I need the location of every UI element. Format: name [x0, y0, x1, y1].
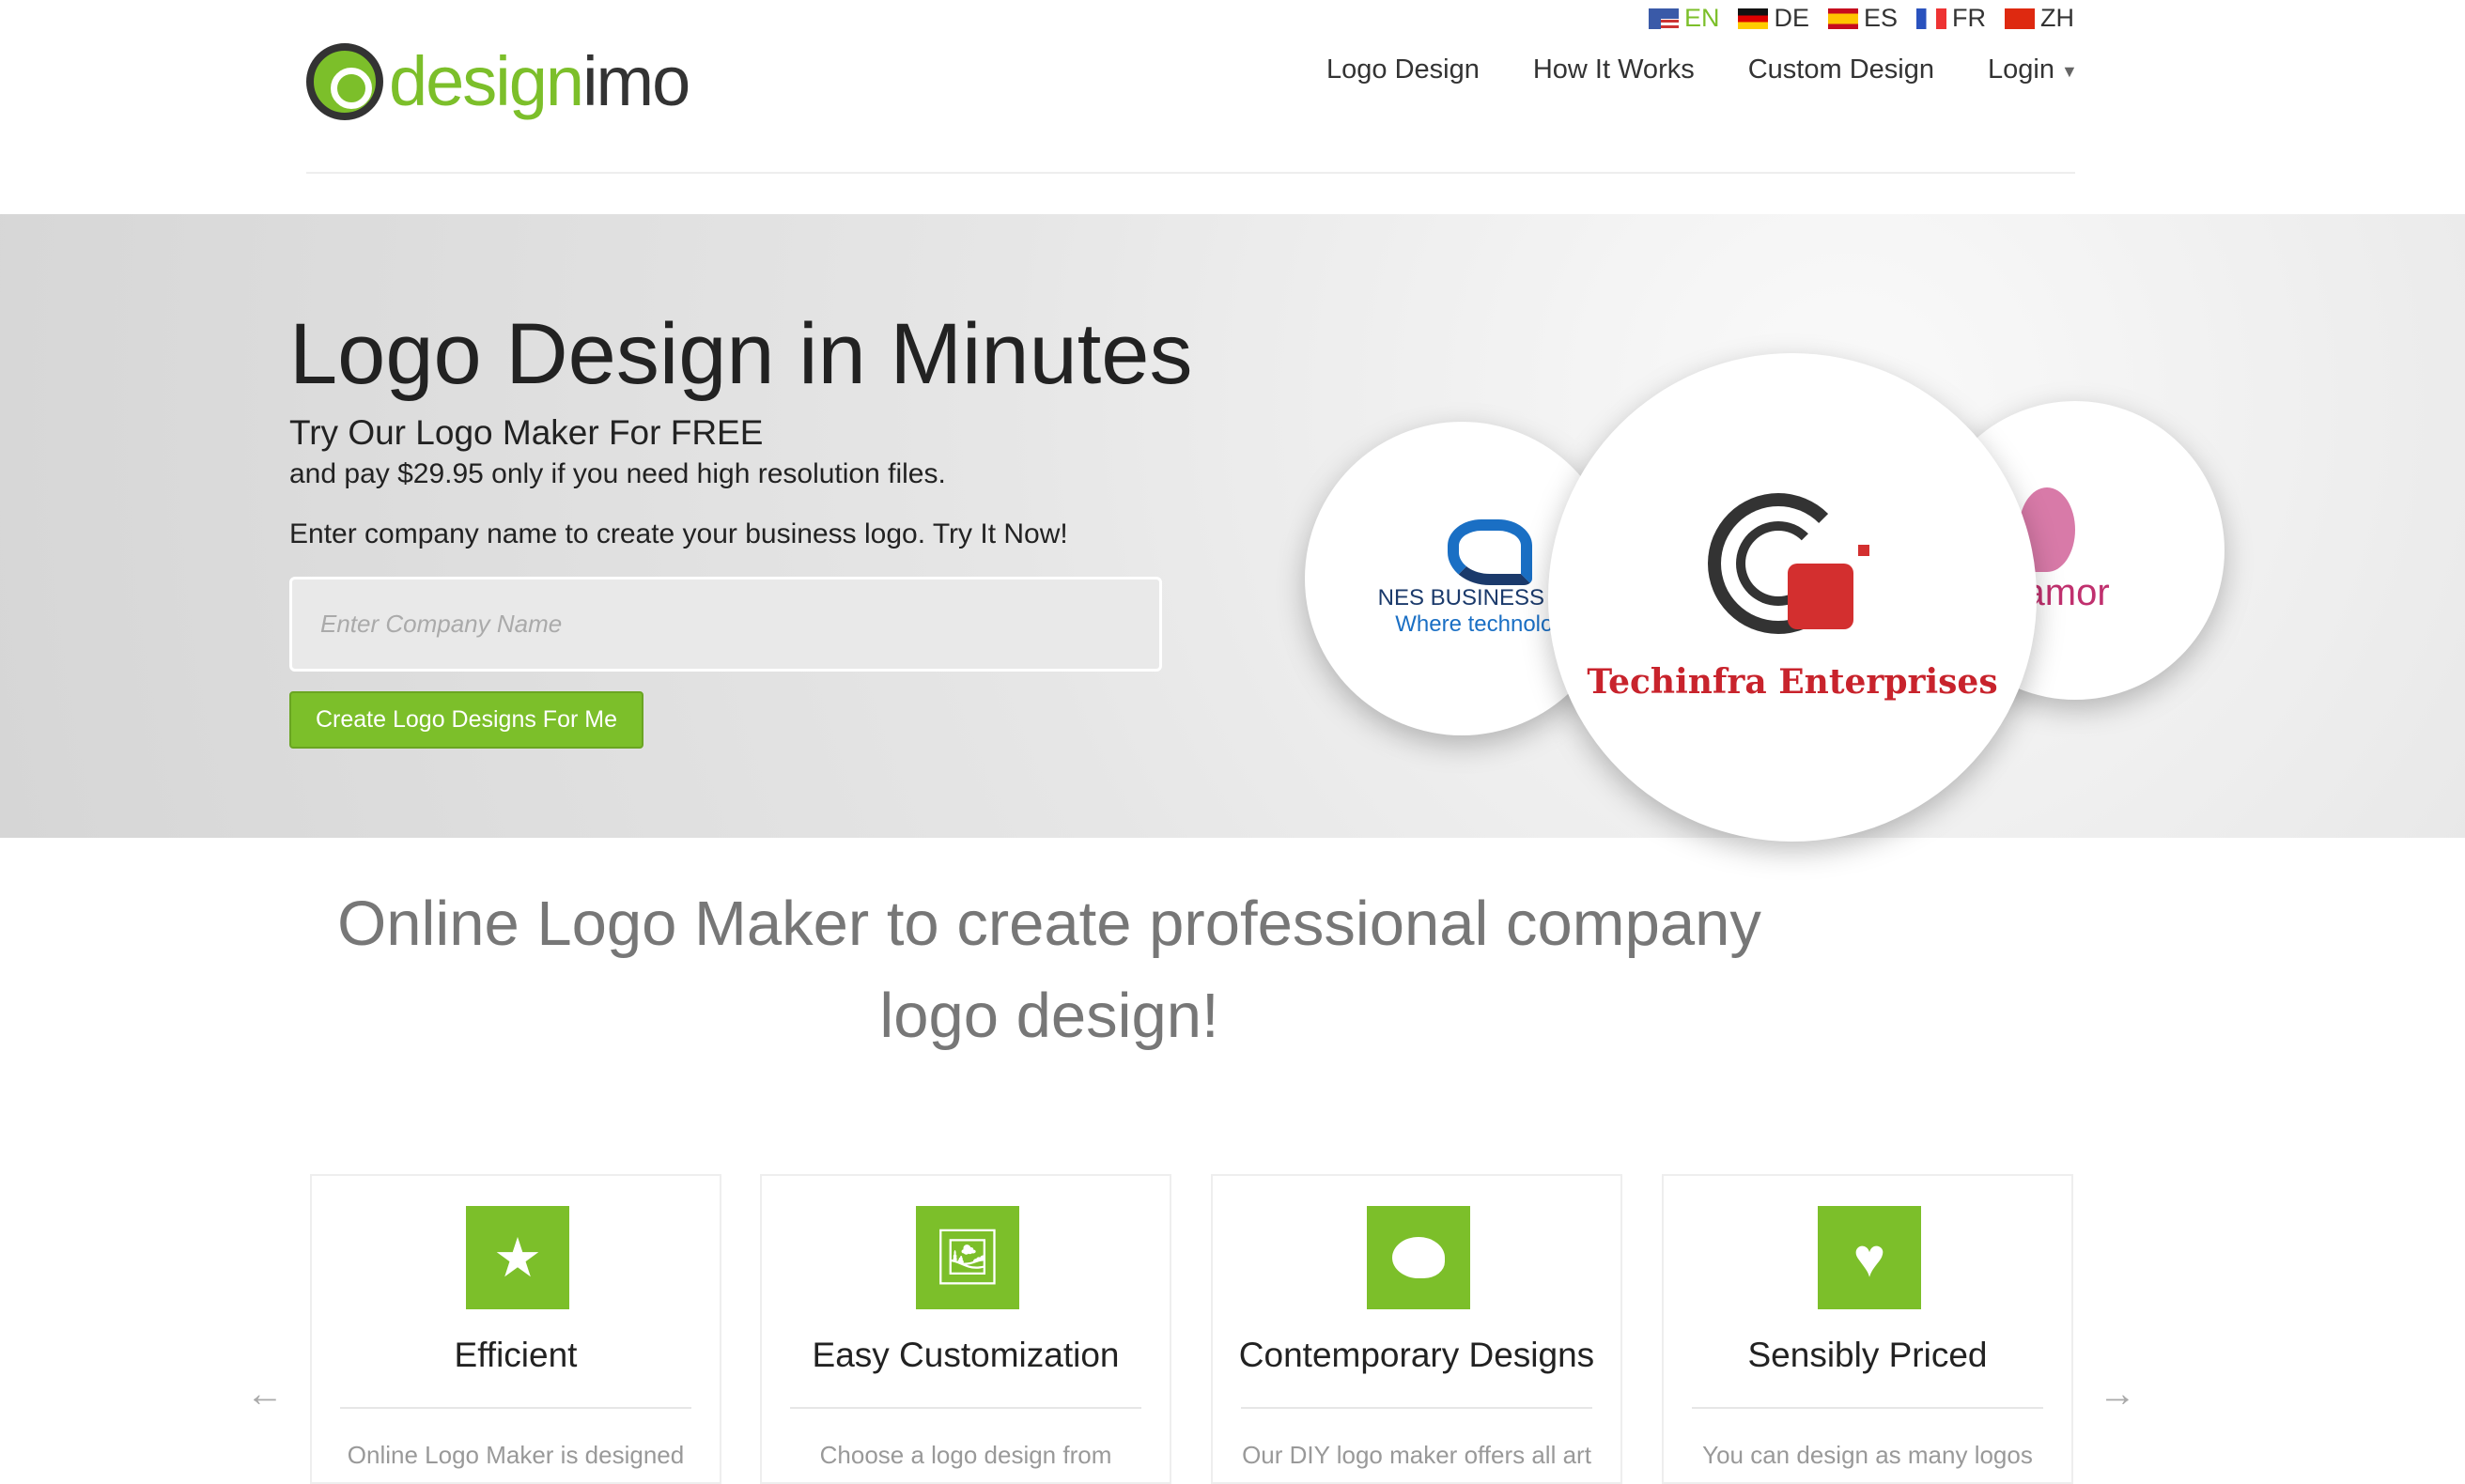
hero-pricing: and pay $29.95 only if you need high res…: [289, 458, 946, 489]
us-flag-icon: [1648, 8, 1679, 29]
heart-icon: ♥: [1818, 1206, 1921, 1309]
feature-card-contemporary: Contemporary Designs Our DIY logo maker …: [1211, 1174, 1622, 1484]
lang-zh[interactable]: ZH: [2005, 4, 2074, 33]
carousel-next-arrow-icon[interactable]: →: [2099, 1373, 2136, 1415]
language-switcher: EN DE ES FR ZH: [1648, 4, 2074, 33]
palette-icon: [1367, 1206, 1470, 1309]
company-name-input[interactable]: [289, 577, 1162, 672]
feature-card-customization: 🖼 Easy Customization Choose a logo desig…: [760, 1174, 1171, 1484]
nav-how-it-works[interactable]: How It Works: [1533, 54, 1695, 85]
nav-logo-design[interactable]: Logo Design: [1326, 54, 1480, 85]
carousel-prev-arrow-icon[interactable]: ←: [246, 1373, 284, 1415]
swirl-logo-icon: [1448, 519, 1532, 585]
nav-custom-design[interactable]: Custom Design: [1748, 54, 1934, 85]
image-edit-icon: 🖼: [916, 1206, 1019, 1309]
chinese-flag-icon: [2005, 8, 2035, 29]
star-icon: ★: [466, 1206, 569, 1309]
lang-fr[interactable]: FR: [1916, 4, 1986, 33]
login-caret-icon[interactable]: ▼: [2061, 62, 2078, 82]
sample-logo-center: Techinfra Enterprises: [1548, 353, 2037, 842]
techinfra-logo-icon: [1698, 493, 1886, 643]
header-divider: [306, 172, 2075, 174]
french-flag-icon: [1916, 8, 1946, 29]
spanish-flag-icon: [1827, 8, 1858, 29]
lang-es[interactable]: ES: [1827, 4, 1898, 33]
nav-login[interactable]: Login: [1988, 54, 2054, 85]
lang-de[interactable]: DE: [1738, 4, 1809, 33]
main-nav: Logo Design How It Works Custom Design L…: [1326, 54, 2054, 85]
feature-card-efficient: ★ Efficient Online Logo Maker is designe…: [310, 1174, 721, 1484]
create-logo-button[interactable]: Create Logo Designs For Me: [289, 691, 643, 749]
german-flag-icon: [1738, 8, 1769, 29]
feature-card-priced: ♥ Sensibly Priced You can design as many…: [1662, 1174, 2073, 1484]
brand-prefix: design: [389, 42, 584, 120]
lang-en[interactable]: EN: [1648, 4, 1719, 33]
brand-suffix: imo: [582, 42, 690, 120]
logo[interactable]: designimo: [306, 41, 690, 121]
hero-subtitle: Try Our Logo Maker For FREE: [289, 413, 764, 452]
logo-mark-icon: [306, 42, 383, 120]
hero-prompt: Enter company name to create your busine…: [289, 518, 1068, 549]
section-heading: Online Logo Maker to create professional…: [337, 889, 1761, 1051]
hero-title: Logo Design in Minutes: [289, 306, 1193, 402]
